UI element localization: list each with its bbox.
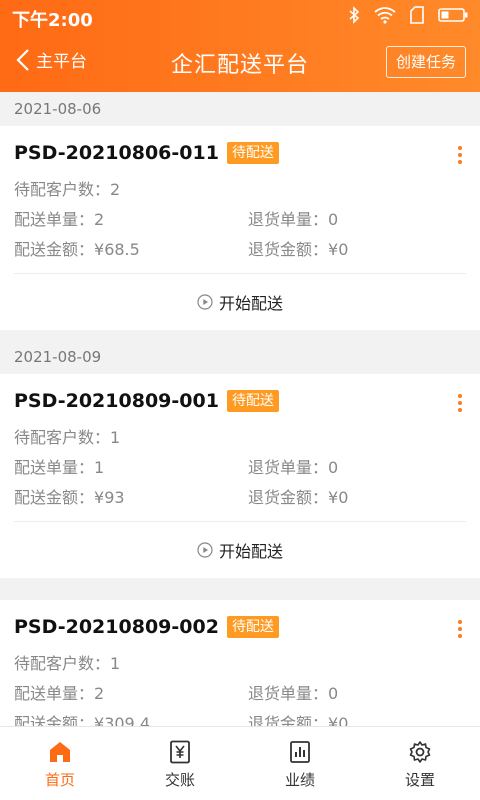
tab-settle[interactable]: 交账 (120, 727, 240, 800)
tab-home[interactable]: 首页 (0, 727, 120, 800)
play-circle-icon (197, 542, 213, 558)
orders-value: 1 (94, 458, 105, 477)
home-icon (50, 742, 70, 762)
bottom-tab-bar: 首页 交账 业绩 设置 (0, 726, 480, 800)
return-amount-line: 退货金额：¥0 (248, 484, 348, 508)
amount-value: ¥93 (94, 488, 125, 507)
customers-value: 1 (110, 654, 121, 673)
returns-value: 0 (328, 684, 339, 703)
returns-value: 0 (328, 210, 339, 229)
more-menu-icon[interactable] (458, 620, 462, 641)
returns-line: 退货单量：0 (248, 680, 338, 704)
status-bar: 下午2:00 (0, 0, 480, 34)
tab-settings-label: 设置 (404, 771, 435, 789)
orders-line: 配送单量：1 (14, 454, 104, 478)
customers-label: 待配客户数： (14, 428, 111, 447)
return-amount-label: 退货金额： (248, 240, 329, 259)
status-icons (348, 6, 468, 24)
return-amount-value: ¥0 (328, 488, 349, 507)
bluetooth-icon (349, 6, 360, 24)
title-bar: 主平台 企汇配送平台 创建任务 (0, 34, 480, 92)
tab-home-label: 首页 (44, 771, 75, 789)
orders-label: 配送单量： (14, 684, 95, 703)
tab-performance-label: 业绩 (284, 771, 315, 789)
amount-line: 配送金额：¥93 (14, 484, 125, 508)
battery-icon (438, 8, 468, 22)
order-id: PSD-20210809-001 (14, 390, 219, 412)
customers-line: 待配客户数：2 (14, 176, 120, 200)
customers-value: 1 (110, 428, 121, 447)
wifi-icon (374, 7, 396, 24)
order-id: PSD-20210809-002 (14, 616, 219, 638)
more-menu-icon[interactable] (458, 146, 462, 167)
returns-line: 退货单量：0 (248, 454, 338, 478)
orders-line: 配送单量：2 (14, 206, 104, 230)
returns-label: 退货单量： (248, 458, 329, 477)
more-menu-icon[interactable] (458, 394, 462, 415)
play-circle-icon (197, 294, 213, 310)
card-divider (14, 521, 466, 522)
returns-label: 退货单量： (248, 210, 329, 229)
start-delivery-button[interactable]: 开始配送 (0, 290, 480, 314)
amount-label: 配送金额： (14, 488, 95, 507)
order-row: PSD-20210809-001 待配送 (14, 390, 279, 412)
delivery-card[interactable]: PSD-20210809-002 待配送 待配客户数：1 配送单量：2 退货单量… (0, 600, 480, 730)
customers-label: 待配客户数： (14, 654, 111, 673)
customers-label: 待配客户数： (14, 180, 111, 199)
bar-chart-icon (290, 741, 310, 763)
date-header: 2021-08-06 (0, 92, 480, 126)
returns-label: 退货单量： (248, 684, 329, 703)
tab-settle-label: 交账 (164, 771, 195, 789)
tab-performance[interactable]: 业绩 (240, 727, 360, 800)
return-amount-label: 退货金额： (248, 488, 329, 507)
orders-label: 配送单量： (14, 458, 95, 477)
returns-line: 退货单量：0 (248, 206, 338, 230)
date-header: 2021-08-09 (0, 340, 480, 374)
yen-receipt-icon (170, 740, 190, 764)
return-amount-line: 退货金额：¥0 (248, 236, 348, 260)
customers-value: 2 (110, 180, 121, 199)
orders-label: 配送单量： (14, 210, 95, 229)
orders-line: 配送单量：2 (14, 680, 104, 704)
status-badge: 待配送 (226, 390, 279, 412)
orders-value: 2 (94, 684, 105, 703)
delivery-card[interactable]: PSD-20210809-001 待配送 待配客户数：1 配送单量：1 退货单量… (0, 374, 480, 578)
amount-line: 配送金额：¥68.5 (14, 236, 140, 260)
status-time: 下午2:00 (12, 10, 93, 31)
gear-icon (409, 741, 431, 763)
card-divider (14, 273, 466, 274)
orders-value: 2 (94, 210, 105, 229)
sim-icon (410, 6, 424, 24)
order-id: PSD-20210806-011 (14, 142, 219, 164)
delivery-card[interactable]: PSD-20210806-011 待配送 待配客户数：2 配送单量：2 退货单量… (0, 126, 480, 330)
order-row: PSD-20210809-002 待配送 (14, 616, 279, 638)
amount-label: 配送金额： (14, 240, 95, 259)
status-badge: 待配送 (226, 616, 279, 638)
start-delivery-label: 开始配送 (218, 542, 283, 561)
create-task-button[interactable]: 创建任务 (386, 46, 466, 78)
status-badge: 待配送 (226, 142, 279, 164)
tab-settings[interactable]: 设置 (360, 727, 480, 800)
customers-line: 待配客户数：1 (14, 424, 120, 448)
amount-value: ¥68.5 (94, 240, 140, 259)
order-row: PSD-20210806-011 待配送 (14, 142, 279, 164)
start-delivery-button[interactable]: 开始配送 (0, 538, 480, 562)
return-amount-value: ¥0 (328, 240, 349, 259)
returns-value: 0 (328, 458, 339, 477)
customers-line: 待配客户数：1 (14, 650, 120, 674)
start-delivery-label: 开始配送 (218, 294, 283, 313)
